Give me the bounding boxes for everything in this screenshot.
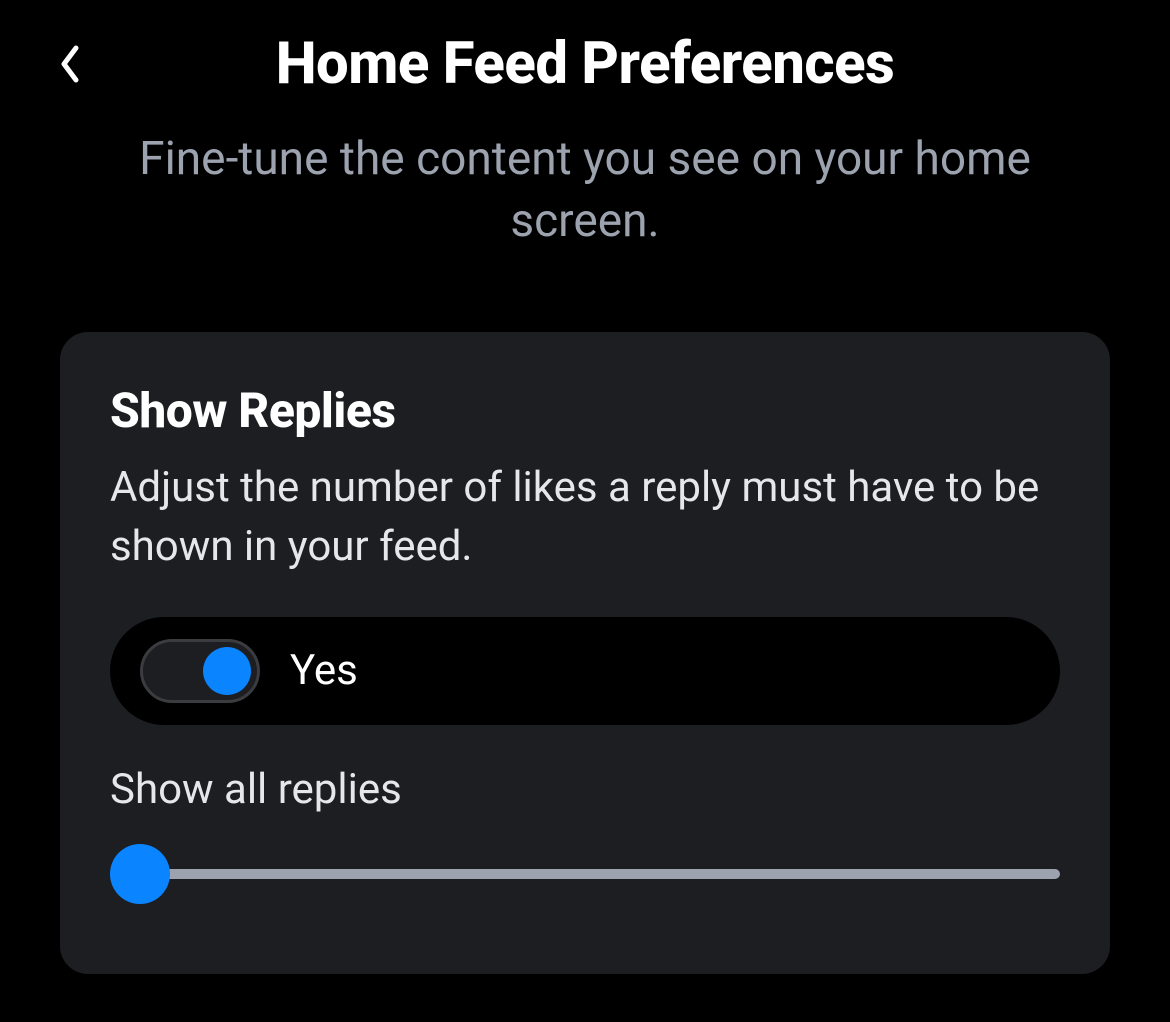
- page-title: Home Feed Preferences: [100, 30, 1130, 98]
- replies-threshold-slider[interactable]: [110, 844, 1060, 904]
- toggle-label: Yes: [290, 646, 358, 695]
- toggle-knob: [203, 647, 251, 695]
- section-title: Show Replies: [110, 382, 1060, 439]
- back-button[interactable]: [40, 34, 100, 94]
- show-replies-toggle[interactable]: [140, 639, 260, 703]
- slider-track: [110, 869, 1060, 879]
- show-replies-toggle-row: Yes: [110, 617, 1060, 725]
- slider-label: Show all replies: [110, 765, 1060, 814]
- page-subtitle: Fine-tune the content you see on your ho…: [0, 108, 1170, 252]
- show-replies-card: Show Replies Adjust the number of likes …: [60, 332, 1110, 974]
- section-description: Adjust the number of likes a reply must …: [110, 459, 1060, 577]
- chevron-left-icon: [58, 44, 82, 84]
- slider-thumb[interactable]: [110, 844, 170, 904]
